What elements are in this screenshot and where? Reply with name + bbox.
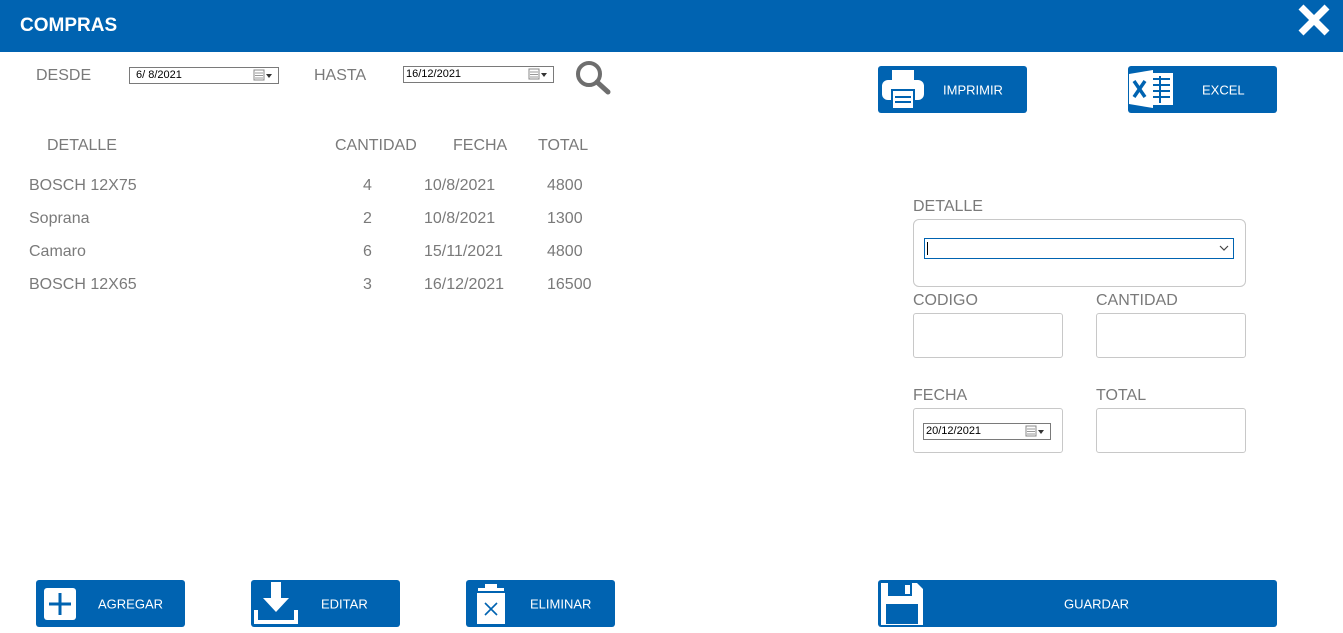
agregar-button[interactable]: AGREGAR <box>36 580 185 627</box>
table-row[interactable]: Camaro 6 15/11/2021 4800 <box>0 243 620 267</box>
search-button[interactable] <box>572 60 614 96</box>
fecha-label: FECHA <box>913 387 968 404</box>
cell-total: 4800 <box>547 243 583 260</box>
search-icon <box>576 61 611 95</box>
fecha-date-picker[interactable]: 20/12/2021 <box>923 423 1051 440</box>
codigo-label: CODIGO <box>913 292 978 309</box>
cell-detalle: BOSCH 12X65 <box>29 276 137 293</box>
cell-total: 1300 <box>547 210 583 227</box>
codigo-field[interactable] <box>913 313 1063 358</box>
download-icon <box>254 582 298 624</box>
column-header-detalle[interactable]: DETALLE <box>47 137 117 155</box>
guardar-button[interactable]: GUARDAR <box>878 580 1277 627</box>
window-title: COMPRAS <box>20 15 118 36</box>
cell-detalle: Camaro <box>29 243 86 260</box>
table-row[interactable]: BOSCH 12X65 3 16/12/2021 16500 <box>0 276 620 300</box>
eliminar-label: ELIMINAR <box>530 596 592 611</box>
cell-cantidad: 2 <box>363 210 372 227</box>
hasta-date-picker[interactable]: 16/12/2021 <box>403 66 554 83</box>
chevron-down-icon <box>1219 245 1229 251</box>
eliminar-button[interactable]: ELIMINAR <box>466 580 615 627</box>
agregar-label: AGREGAR <box>98 596 164 611</box>
cell-detalle: Soprana <box>29 210 90 227</box>
detalle-combobox[interactable] <box>924 238 1234 259</box>
cell-fecha: 10/8/2021 <box>424 177 496 194</box>
excel-icon <box>1129 70 1173 108</box>
detalle-label: DETALLE <box>913 198 983 215</box>
cell-fecha: 10/8/2021 <box>424 210 496 227</box>
cell-cantidad: 6 <box>363 243 372 260</box>
plus-icon <box>44 588 76 620</box>
cell-cantidad: 3 <box>363 276 372 293</box>
editar-button[interactable]: EDITAR <box>251 580 400 627</box>
total-label: TOTAL <box>1096 387 1147 404</box>
fecha-date-value: 20/12/2021 <box>926 425 982 437</box>
desde-date-value: 6/ 8/2021 <box>136 69 182 81</box>
guardar-label: GUARDAR <box>1064 596 1130 611</box>
calendar-icon <box>528 68 547 80</box>
text-caret <box>927 242 928 255</box>
desde-label: DESDE <box>36 67 92 84</box>
excel-label: EXCEL <box>1202 82 1245 97</box>
printer-icon <box>882 70 924 110</box>
cell-cantidad: 4 <box>363 177 372 194</box>
column-header-fecha[interactable]: FECHA <box>453 137 507 155</box>
cell-fecha: 16/12/2021 <box>424 276 505 293</box>
hasta-label: HASTA <box>314 67 367 84</box>
column-header-total[interactable]: TOTAL <box>538 137 588 155</box>
cantidad-field[interactable] <box>1096 313 1246 358</box>
imprimir-label: IMPRIMIR <box>943 82 1003 97</box>
excel-button[interactable]: EXCEL <box>1128 66 1277 113</box>
cell-fecha: 15/11/2021 <box>424 243 503 260</box>
total-field[interactable] <box>1096 408 1246 453</box>
hasta-date-value: 16/12/2021 <box>406 68 462 80</box>
editar-label: EDITAR <box>321 596 368 611</box>
calendar-icon <box>1025 425 1044 437</box>
cell-total: 4800 <box>547 177 583 194</box>
trash-icon <box>477 584 505 624</box>
floppy-disk-icon <box>881 583 923 625</box>
imprimir-button[interactable]: IMPRIMIR <box>878 66 1027 113</box>
table-row[interactable]: Soprana 2 10/8/2021 1300 <box>0 210 620 234</box>
title-bar: COMPRAS <box>0 0 1343 52</box>
table-row[interactable]: BOSCH 12X75 4 10/8/2021 4800 <box>0 177 620 201</box>
calendar-icon <box>253 69 272 81</box>
close-icon <box>1298 4 1330 36</box>
cell-detalle: BOSCH 12X75 <box>29 177 137 194</box>
cantidad-label: CANTIDAD <box>1096 292 1178 309</box>
desde-date-picker[interactable]: 6/ 8/2021 <box>129 67 279 84</box>
column-header-cantidad[interactable]: CANTIDAD <box>335 137 417 155</box>
cell-total: 16500 <box>547 276 592 293</box>
close-button[interactable] <box>1296 3 1332 37</box>
